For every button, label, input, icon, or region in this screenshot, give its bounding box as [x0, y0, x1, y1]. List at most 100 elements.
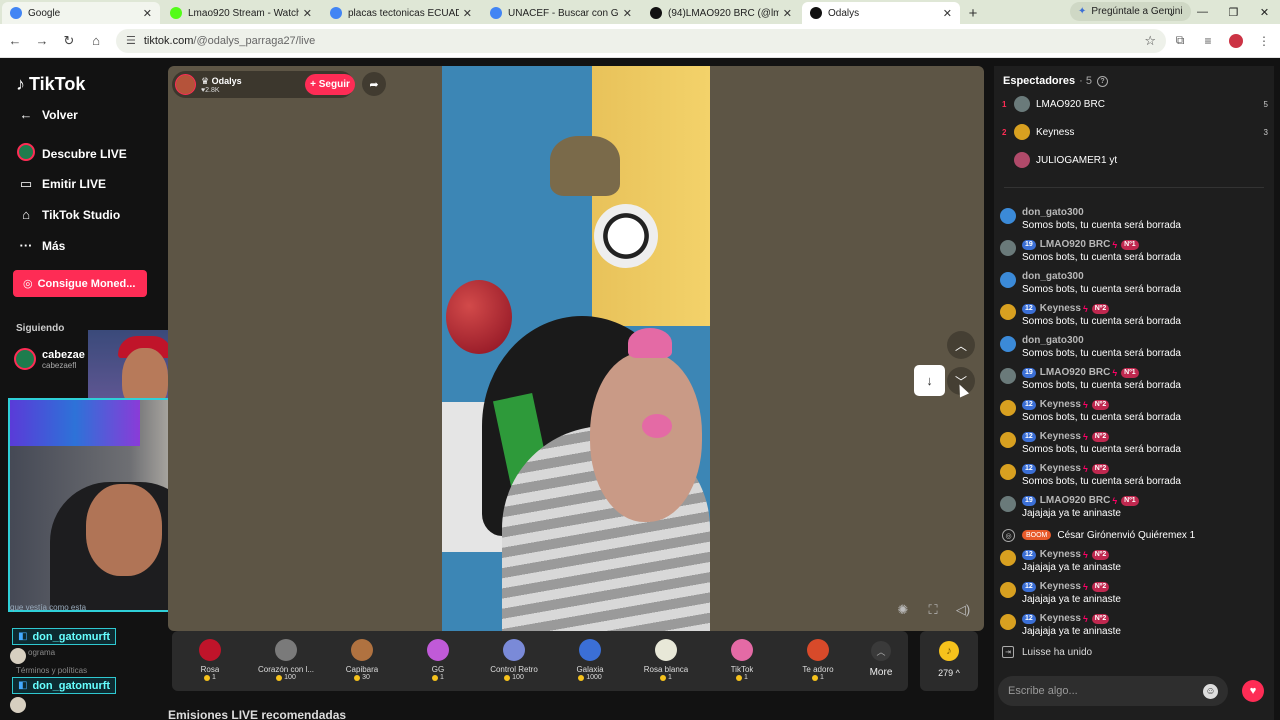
forward-arrow-icon[interactable]: → [30, 29, 54, 53]
restore-icon[interactable]: ❐ [1218, 0, 1249, 24]
get-coins-button[interactable]: ◎ Consigue Moned... [13, 270, 147, 297]
gift-item[interactable]: Control Retro 100 [476, 631, 552, 691]
bookmark-star-icon[interactable]: ☆ [1144, 33, 1156, 49]
overlay-user-tag-label: don_gatomurft [32, 630, 111, 643]
share-icon[interactable]: ➦ [362, 72, 386, 96]
viewer-row[interactable]: 2 Keyness 3 [1002, 122, 1268, 142]
chat-message[interactable]: 12 Keyness ϟ Nº2 Somos bots, tu cuenta será … [998, 302, 1270, 330]
terms-link[interactable]: Términos y políticas [16, 666, 87, 675]
profile-avatar-icon[interactable] [1222, 29, 1250, 53]
minimize-icon[interactable]: — [1187, 0, 1218, 24]
download-arrow-icon[interactable]: ↓ [914, 365, 945, 396]
chat-message[interactable]: 19 LMAO920 BRC ϟ Nº1 Somos bots, tu cuenta s… [998, 366, 1270, 394]
sidebar-item-more[interactable]: ··· Más [16, 238, 66, 253]
coins-balance-button[interactable]: ♪ 279 ^ [920, 631, 978, 691]
back-arrow-icon[interactable]: ← [3, 29, 27, 53]
url-host: tiktok.com [143, 34, 194, 47]
fullscreen-icon[interactable]: ⛶ [924, 601, 942, 619]
close-tab-icon[interactable]: ✕ [303, 7, 312, 20]
gift-item[interactable]: GG 1 [400, 631, 476, 691]
chat-message[interactable]: 12 Keyness ϟ Nº2 Somos bots, tu cuenta será … [998, 430, 1270, 458]
close-tab-icon[interactable]: ✕ [623, 7, 632, 20]
gift-name: Rosa [200, 665, 220, 674]
browser-tab[interactable]: UNACEF - Buscar con Google ✕ [482, 2, 640, 24]
chat-text: Somos bots, tu cuenta será borrada [1022, 412, 1181, 423]
following-account[interactable]: cabezae cabezaefl [14, 348, 85, 370]
avatar [1014, 152, 1030, 168]
chat-text: Somos bots, tu cuenta será borrada [1022, 476, 1181, 487]
close-tab-icon[interactable]: ✕ [463, 7, 472, 20]
browser-menu-icon[interactable]: ⋮ [1250, 29, 1278, 53]
gift-item[interactable]: Rosa 1 [172, 631, 248, 691]
chat-message[interactable]: 12 Keyness ϟ Nº2 Jajajaja ya te aninaste [998, 612, 1270, 640]
chat-message[interactable]: 19 LMAO920 BRC ϟ Nº1 Somos bots, tu cuenta s… [998, 238, 1270, 266]
gift-item[interactable]: TikTok 1 [704, 631, 780, 691]
site-info-icon[interactable]: ☰ [126, 34, 136, 47]
tab-search-icon[interactable]: ⌄ [1156, 0, 1187, 24]
back-label: Volver [42, 107, 78, 122]
browser-tab[interactable]: placas tectonicas ECUADOR CO ✕ [322, 2, 480, 24]
viewer-row[interactable]: 1 LMAO920 BRC 5 [1002, 94, 1268, 114]
live-video-container[interactable] [168, 66, 984, 631]
tab-favicon-icon [170, 7, 182, 19]
chat-message[interactable]: 12 Keyness ϟ Nº2 Jajajaja ya te aninaste [998, 580, 1270, 608]
chat-message[interactable]: 12 Keyness ϟ Nº2 Jajajaja ya te aninaste [998, 548, 1270, 576]
sidebar-item-go-live[interactable]: ▭ Emitir LIVE [16, 176, 106, 192]
tiktok-logo[interactable]: ♪ TikTok [16, 74, 85, 95]
emoji-icon[interactable]: ☺ [1203, 683, 1218, 699]
gift-item[interactable]: Galaxia 1000 [552, 631, 628, 691]
chat-message[interactable]: 12 Keyness ϟ Nº2 Somos bots, tu cuenta será … [998, 398, 1270, 426]
chat-message[interactable]: don_gato300 Somos bots, tu cuenta será bo… [998, 270, 1270, 298]
home-icon[interactable]: ⌂ [84, 29, 108, 53]
level-badge: 12 [1022, 549, 1036, 560]
join-notice: ⇥ Luis se ha unido [998, 644, 1270, 660]
heart-like-icon[interactable]: ♥ [1242, 680, 1264, 702]
gift-item[interactable]: Rosa blanca 1 [628, 631, 704, 691]
settings-icon[interactable]: ✺ [894, 601, 912, 619]
camera-icon: ▭ [19, 176, 33, 191]
chevron-up-icon[interactable]: ︿ [947, 331, 975, 359]
chat-input[interactable]: Escribe algo... ☺ [998, 676, 1228, 706]
chat-message-body: 12 Keyness ϟ Nº2 Jajajaja ya te aninaste [1022, 548, 1121, 576]
gift-price-value: 1 [212, 674, 216, 681]
follow-button[interactable]: + Seguir [305, 74, 355, 95]
browser-tab[interactable]: (94)LMAO920 BRC (@lmao920 ✕ [642, 2, 800, 24]
gift-item[interactable]: Capibara 30 [324, 631, 400, 691]
url-field[interactable]: ☰ tiktok.com/@odalys_parraga27/live ☆ [116, 28, 1166, 53]
gift-item[interactable]: Te adoro 1 [780, 631, 856, 691]
close-tab-icon[interactable]: ✕ [943, 7, 952, 20]
volume-icon[interactable]: ◁) [954, 601, 972, 619]
extensions-icon[interactable]: ⧉ [1166, 29, 1194, 53]
avatar [1000, 272, 1016, 288]
close-tab-icon[interactable]: ✕ [783, 7, 792, 20]
chat-username: LMAO920 BRC [1039, 495, 1111, 506]
chat-message[interactable]: don_gato300 Somos bots, tu cuenta será bo… [998, 206, 1270, 234]
sidebar-item-studio[interactable]: ⌂ TikTok Studio [16, 207, 120, 222]
new-tab-button[interactable]: + [960, 2, 986, 24]
reload-icon[interactable]: ↻ [57, 29, 81, 53]
close-tab-icon[interactable]: ✕ [143, 7, 152, 20]
gift-item[interactable]: Corazón con l... 100 [248, 631, 324, 691]
chat-message[interactable]: don_gato300 Somos bots, tu cuenta será bo… [998, 334, 1270, 362]
browser-tab[interactable]: Odalys ✕ [802, 2, 960, 24]
viewer-row[interactable]: JULIOGAMER1 yt [1002, 150, 1268, 170]
info-icon[interactable]: ? [1097, 75, 1109, 87]
browser-tab[interactable]: Lmao920 Stream - Watch Live o ✕ [162, 2, 320, 24]
avatar [1000, 368, 1016, 384]
reading-list-icon[interactable]: ≡ [1194, 29, 1222, 53]
chat-message[interactable]: 19 LMAO920 BRC ϟ Nº1 Jajajaja ya te aninaste [998, 494, 1270, 522]
white-rose-icon [655, 639, 677, 661]
overlay-user-tag: ◧ don_gatomurft [12, 677, 117, 694]
back-link[interactable]: ← Volver [16, 107, 78, 122]
more-gifts-button[interactable]: ︿ More [856, 631, 906, 691]
live-video[interactable] [442, 66, 710, 631]
chat-message[interactable]: 12 Keyness ϟ Nº2 Somos bots, tu cuenta será … [998, 462, 1270, 490]
gift-name: GG [431, 665, 445, 674]
join-text: se ha unido [1040, 646, 1093, 658]
sidebar-item-discover-live[interactable]: Descubre LIVE [16, 143, 127, 164]
close-window-icon[interactable]: ✕ [1249, 0, 1280, 24]
avatar [1000, 432, 1016, 448]
coin-icon [660, 674, 667, 681]
browser-tab[interactable]: Google ✕ [2, 2, 160, 24]
level-badge: 12 [1022, 431, 1036, 442]
